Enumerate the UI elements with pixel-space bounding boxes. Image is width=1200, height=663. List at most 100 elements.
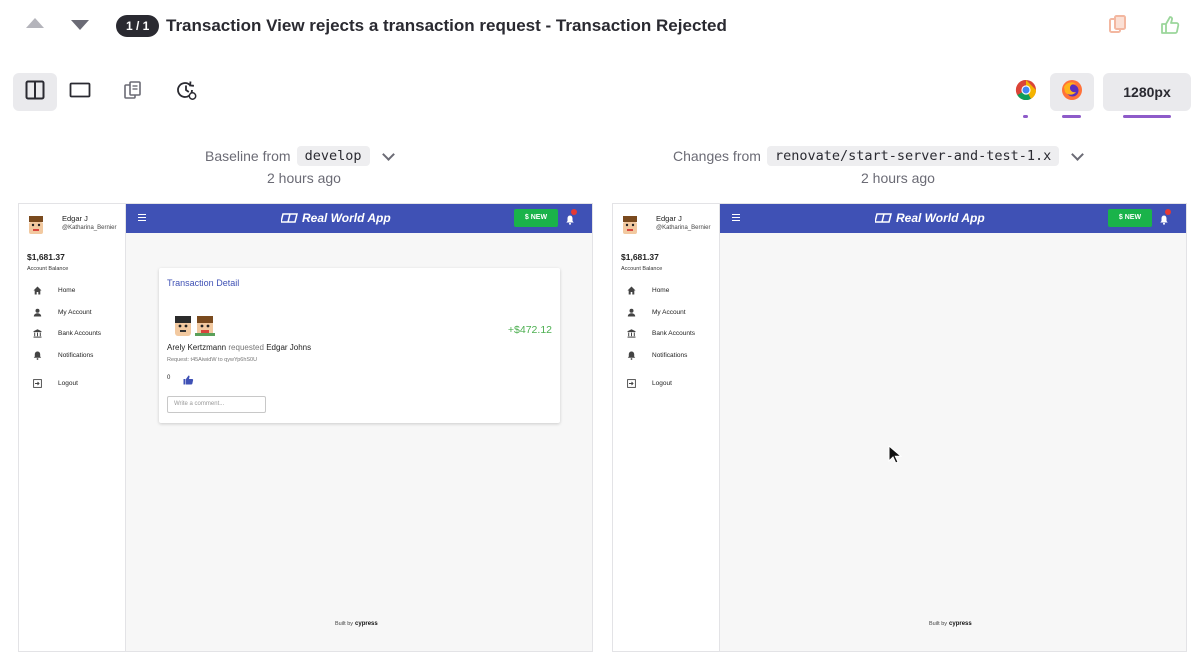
viewport-width-button[interactable]: 1280px <box>1103 73 1191 111</box>
sidebar-item-notifications[interactable]: Notifications <box>627 351 687 360</box>
history-icon <box>175 79 197 106</box>
home-icon <box>33 286 42 295</box>
app-logo-icon <box>280 213 298 223</box>
request-description: Request: t45AiwidW to qywYp6hS0U <box>167 357 258 363</box>
user-name: Edgar J <box>62 214 88 223</box>
cypress-logo: cypress <box>949 621 972 627</box>
app-title: Real World App <box>280 211 391 225</box>
bell-icon <box>33 351 42 360</box>
receiver-avatar <box>195 314 215 341</box>
sidebar-item-label: My Account <box>58 309 92 316</box>
like-count: 0 <box>167 375 171 381</box>
baseline-header: Baseline from develop <box>205 146 395 166</box>
app-bar: Real World App $ NEW <box>720 204 1186 233</box>
app-logo-icon <box>874 213 892 223</box>
sidebar-item-label: Bank Accounts <box>652 330 695 337</box>
single-view-icon <box>69 82 91 103</box>
app-footer: Built by cypress <box>335 621 378 627</box>
app-bar: Real World App $ NEW <box>126 204 592 233</box>
overlay-view-button[interactable] <box>111 73 155 111</box>
user-avatar <box>621 214 639 234</box>
split-view-button[interactable] <box>13 73 57 111</box>
account-balance-label: Account Balance <box>27 266 69 272</box>
changes-branch: renovate/start-server-and-test-1.x <box>766 146 1060 166</box>
transaction-amount: +$472.12 <box>507 324 552 336</box>
comment-input[interactable]: Write a comment... <box>167 396 266 413</box>
chevron-down-icon[interactable] <box>381 147 395 161</box>
snapshot-counter: 1 / 1 <box>116 15 160 37</box>
logout-icon <box>627 379 636 388</box>
copy-icon[interactable] <box>1107 14 1129 36</box>
user-handle: @Katharina_Bernier <box>656 225 711 231</box>
chrome-browser-button[interactable] <box>1004 73 1048 111</box>
person-icon <box>33 308 42 317</box>
baseline-snapshot: Edgar J @Katharina_Bernier $1,681.37 Acc… <box>18 203 593 652</box>
changes-prefix: Changes from <box>673 148 761 164</box>
sidebar-item-bank-accounts[interactable]: Bank Accounts <box>33 329 101 338</box>
app-sidebar: Edgar J @Katharina_Bernier $1,681.37 Acc… <box>613 204 720 651</box>
snapshot-title: Transaction View rejects a transaction r… <box>166 16 727 35</box>
logout-icon <box>33 379 42 388</box>
previous-snapshot-button[interactable] <box>26 18 44 28</box>
user-name: Edgar J <box>656 214 682 223</box>
menu-icon[interactable] <box>138 214 146 221</box>
single-view-button[interactable] <box>58 73 102 111</box>
mouse-pointer-icon <box>888 444 903 465</box>
footer-prefix: Built by <box>929 621 948 627</box>
sidebar-item-my-account[interactable]: My Account <box>627 308 686 317</box>
changes-snapshot: Edgar J @Katharina_Bernier $1,681.37 Acc… <box>612 203 1187 652</box>
home-icon <box>627 286 636 295</box>
sidebar-item-label: Home <box>58 287 76 294</box>
approve-thumbs-up-icon[interactable] <box>1159 14 1181 36</box>
sidebar-item-label: Bank Accounts <box>58 330 101 337</box>
sidebar-item-notifications[interactable]: Notifications <box>33 351 93 360</box>
chevron-down-icon[interactable] <box>1071 147 1085 161</box>
chrome-icon <box>1015 79 1037 106</box>
new-transaction-button[interactable]: $ NEW <box>514 209 558 227</box>
changes-header: Changes from renovate/start-server-and-t… <box>673 146 1085 166</box>
sender-avatar <box>173 314 193 341</box>
history-button[interactable] <box>164 73 208 111</box>
notification-badge <box>571 209 577 215</box>
bank-icon <box>627 329 636 338</box>
app-footer: Built by cypress <box>929 621 972 627</box>
sidebar-item-logout[interactable]: Logout <box>33 379 78 388</box>
person-icon <box>627 308 636 317</box>
new-transaction-button[interactable]: $ NEW <box>1108 209 1152 227</box>
sidebar-item-label: My Account <box>652 309 686 316</box>
width-indicator <box>1123 115 1171 118</box>
account-balance-label: Account Balance <box>621 266 663 272</box>
app-sidebar: Edgar J @Katharina_Bernier $1,681.37 Acc… <box>19 204 126 651</box>
firefox-browser-button[interactable] <box>1050 73 1094 111</box>
sidebar-item-label: Home <box>652 287 670 294</box>
account-balance: $1,681.37 <box>27 252 65 262</box>
footer-prefix: Built by <box>335 621 354 627</box>
baseline-time: 2 hours ago <box>267 170 341 186</box>
app-title-text: Real World App <box>302 211 391 225</box>
card-title: Transaction Detail <box>167 278 240 288</box>
menu-icon[interactable] <box>732 214 740 221</box>
sidebar-item-label: Logout <box>652 380 672 387</box>
split-view-icon <box>25 80 45 105</box>
baseline-prefix: Baseline from <box>205 148 291 164</box>
transaction-verb: requested <box>228 343 264 352</box>
sidebar-item-home[interactable]: Home <box>627 286 669 295</box>
sidebar-item-home[interactable]: Home <box>33 286 75 295</box>
app-title-text: Real World App <box>896 211 985 225</box>
baseline-branch: develop <box>296 146 370 166</box>
firefox-indicator <box>1062 115 1081 118</box>
receiver-name: Edgar Johns <box>266 343 312 352</box>
chrome-indicator <box>1023 115 1028 118</box>
overlay-icon <box>123 80 143 105</box>
sidebar-item-bank-accounts[interactable]: Bank Accounts <box>627 329 695 338</box>
like-icon[interactable] <box>183 372 194 385</box>
firefox-icon <box>1061 79 1083 106</box>
changes-time: 2 hours ago <box>861 170 935 186</box>
sidebar-item-my-account[interactable]: My Account <box>33 308 92 317</box>
next-snapshot-button[interactable] <box>71 20 89 30</box>
app-title: Real World App <box>874 211 985 225</box>
bank-icon <box>33 329 42 338</box>
sender-name: Arely Kertzmann <box>167 343 227 352</box>
transaction-parties: Arely Kertzmann requested Edgar Johns <box>167 343 311 352</box>
sidebar-item-logout[interactable]: Logout <box>627 379 672 388</box>
